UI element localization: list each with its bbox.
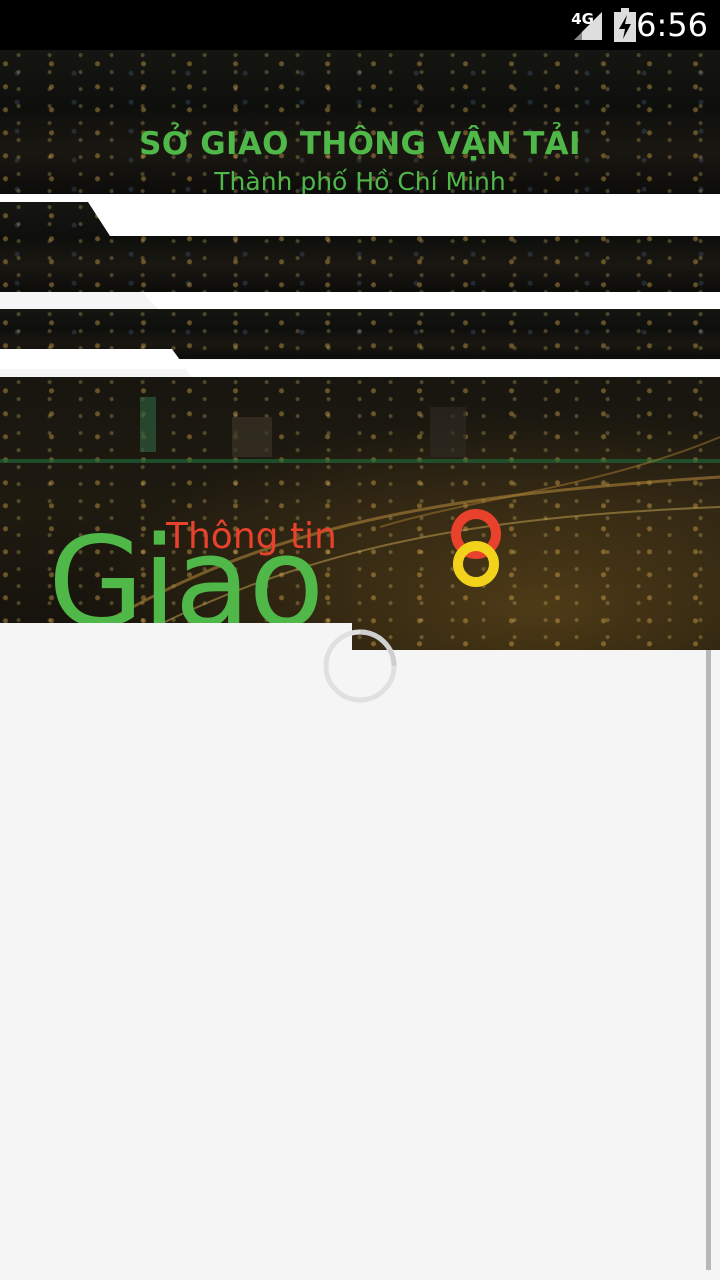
traffic-light-rings-icon bbox=[451, 509, 501, 587]
signal-icon bbox=[574, 12, 602, 40]
clock: 6:56 bbox=[636, 6, 708, 44]
content-notch bbox=[0, 623, 352, 653]
divider-wedge-2 bbox=[142, 292, 720, 309]
divider-wedge-3 bbox=[0, 349, 720, 377]
organization-city: Thành phố Hồ Chí Minh bbox=[214, 167, 506, 194]
status-bar: 4G 6:56 bbox=[0, 0, 720, 50]
battery-charging-icon bbox=[614, 8, 636, 42]
divider-wedge bbox=[0, 194, 720, 236]
organization-title: SỞ GIAO THÔNG VẬN TẢI bbox=[139, 126, 581, 162]
content-area[interactable] bbox=[0, 650, 708, 1280]
loading-spinner-icon bbox=[323, 629, 397, 703]
scrollbar[interactable] bbox=[706, 650, 711, 1270]
